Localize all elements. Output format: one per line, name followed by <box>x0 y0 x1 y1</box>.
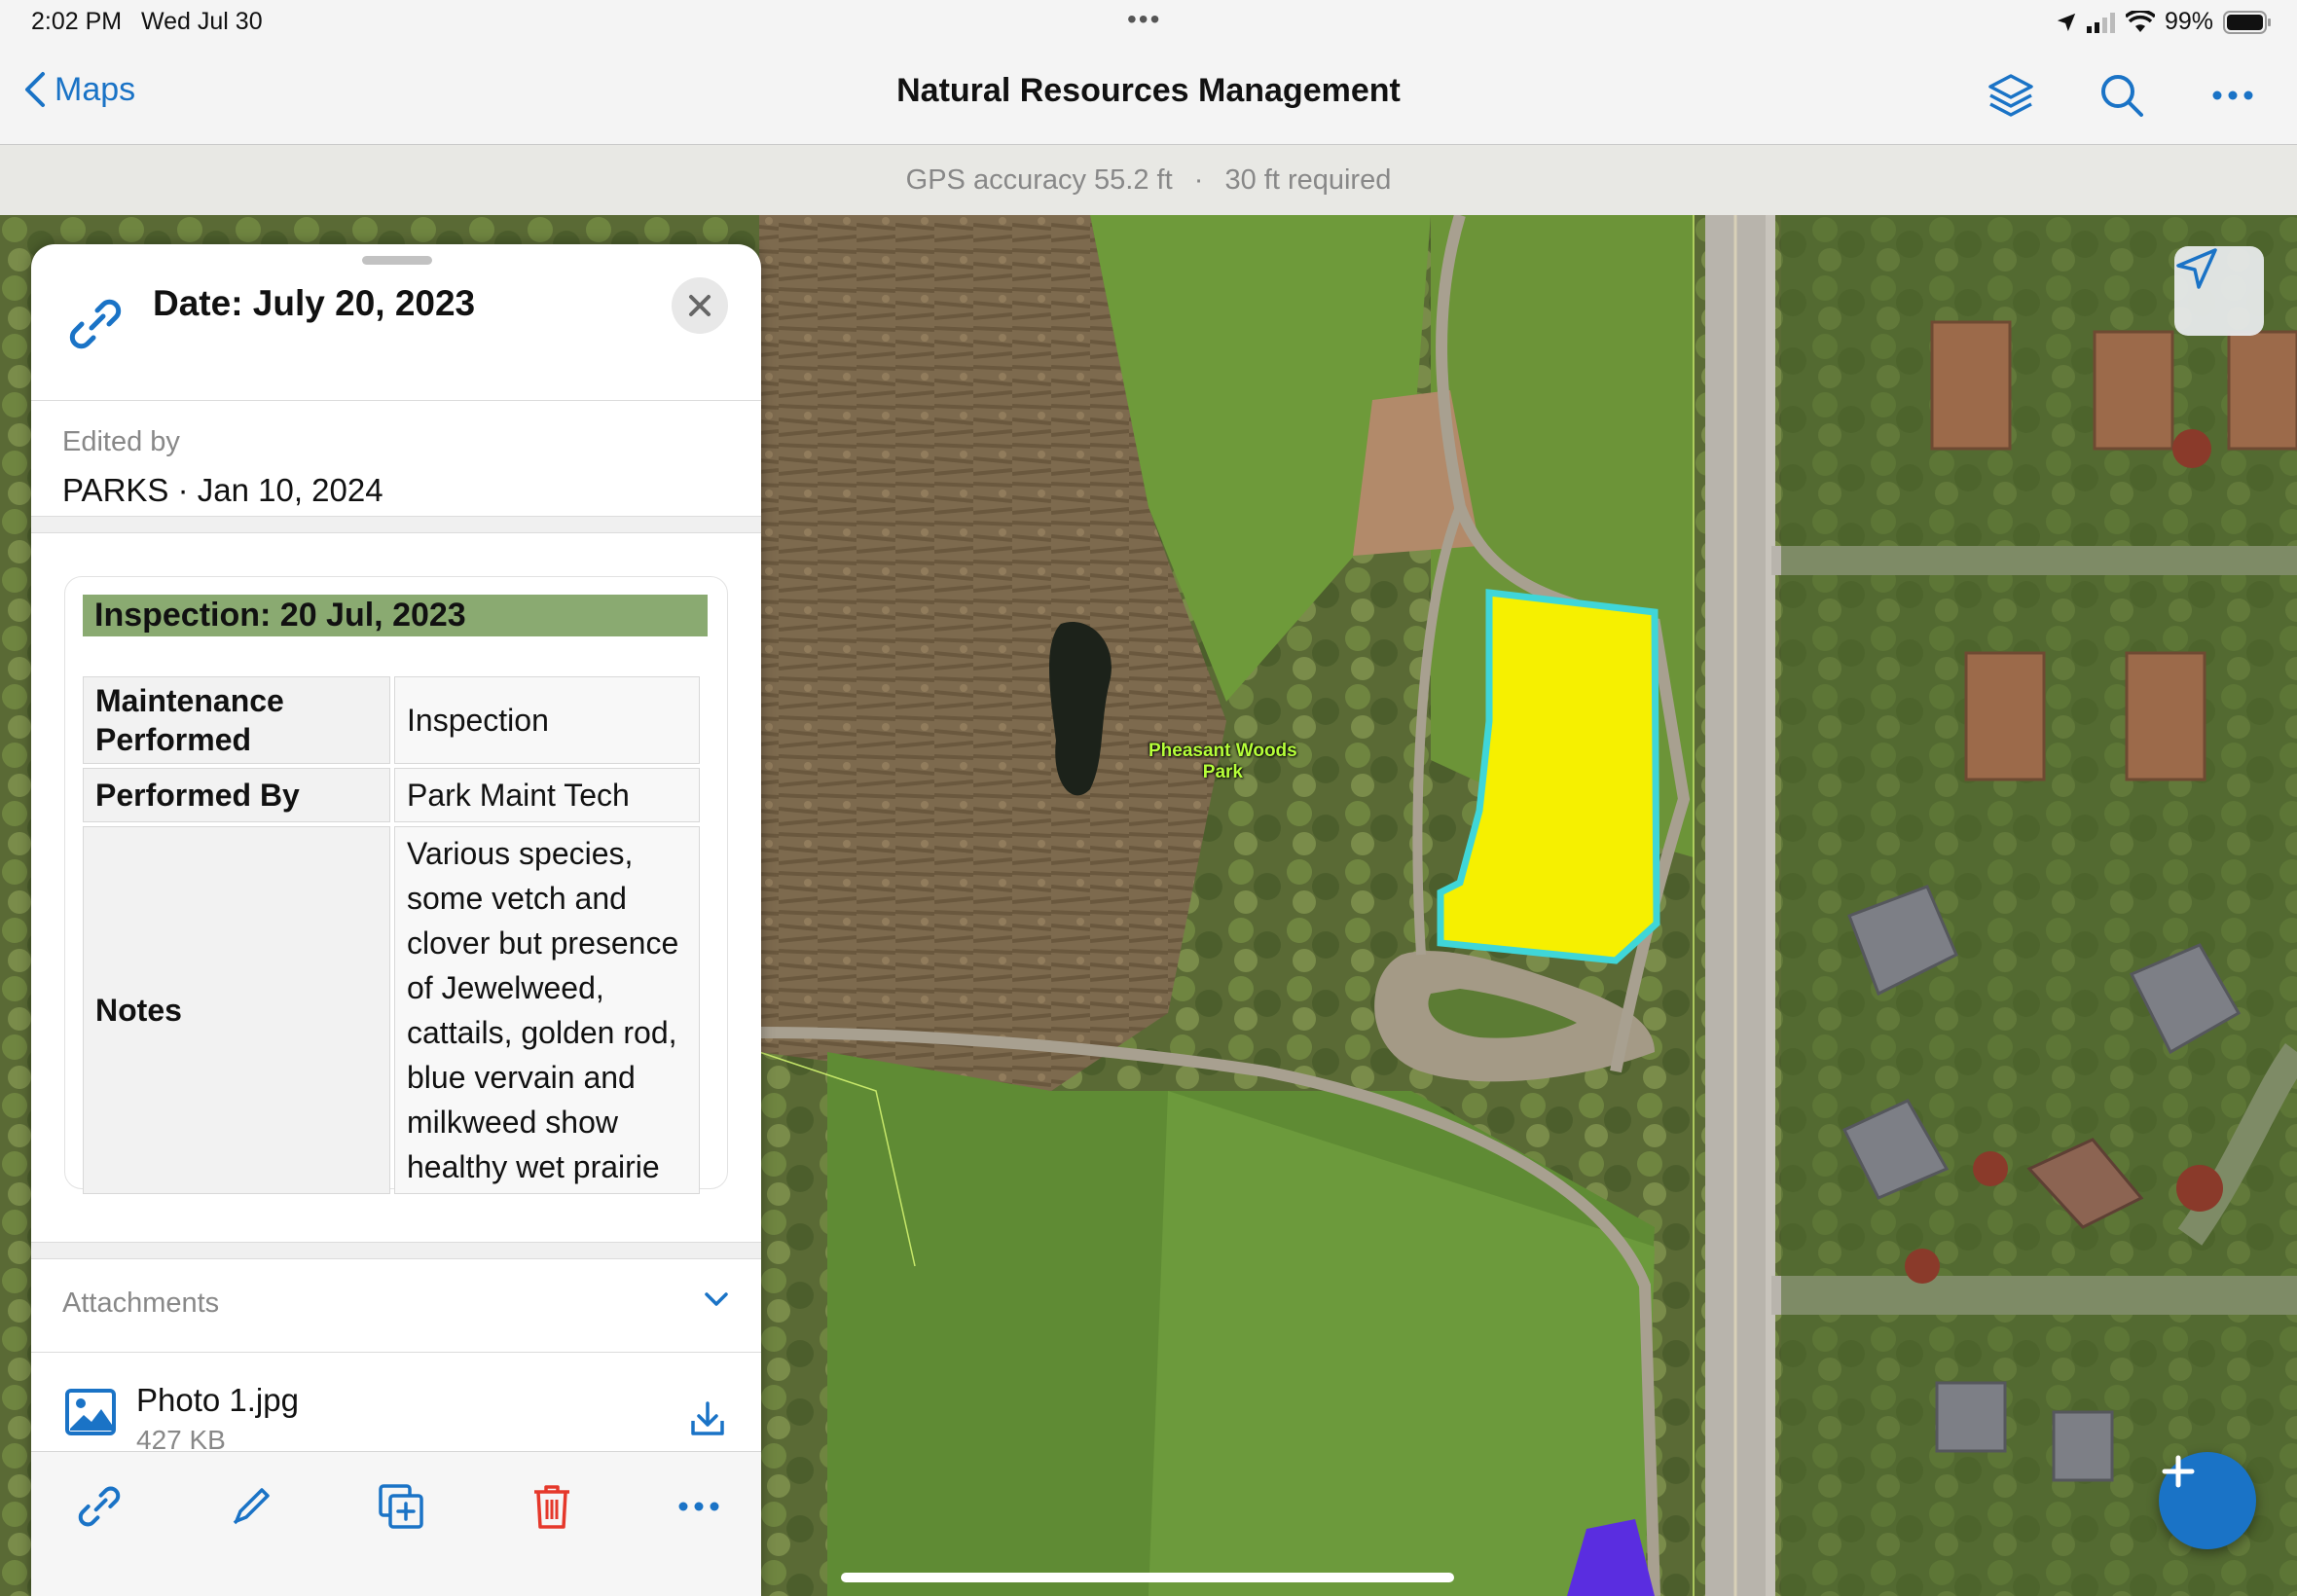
trash-icon <box>534 1485 569 1529</box>
pencil-icon <box>233 1488 270 1525</box>
edited-by-value: PARKS · Jan 10, 2024 <box>62 472 383 508</box>
table-key: Performed By <box>83 768 390 822</box>
attachment-name: Photo 1.jpg <box>136 1382 299 1418</box>
search-button[interactable] <box>2093 66 2151 125</box>
search-icon <box>2101 75 2143 117</box>
close-icon <box>689 295 711 316</box>
attachments-label: Attachments <box>62 1288 220 1319</box>
panel-title: Date: July 20, 2023 <box>153 283 476 323</box>
link-button[interactable] <box>70 1477 128 1536</box>
duplicate-button[interactable] <box>372 1477 430 1536</box>
add-feature-button[interactable] <box>2159 1452 2256 1549</box>
table-row: Performed By Park Maint Tech <box>83 768 700 822</box>
plus-icon <box>2162 1455 2195 1488</box>
more-horizontal-icon <box>2212 91 2253 100</box>
attachments-header[interactable]: Attachments <box>31 1258 761 1353</box>
layers-button[interactable] <box>1982 66 2040 125</box>
multitask-dots-icon[interactable]: ••• <box>1127 4 1161 35</box>
navigation-bar: Maps Natural Resources Management <box>0 47 2297 145</box>
battery-icon <box>2223 10 2271 34</box>
link-icon <box>69 299 122 349</box>
panel-toolbar <box>31 1451 761 1596</box>
chevron-down-icon <box>705 1292 728 1306</box>
image-icon <box>65 1389 116 1435</box>
gps-accuracy: GPS accuracy 55.2 ft <box>905 164 1173 196</box>
link-icon <box>78 1486 121 1527</box>
gps-required: 30 ft required <box>1224 164 1392 196</box>
more-button[interactable] <box>2204 66 2262 125</box>
home-indicator[interactable] <box>841 1573 1454 1582</box>
wifi-icon <box>2125 10 2155 32</box>
table-row: Maintenance Performed Inspection <box>83 676 700 764</box>
section-divider <box>31 516 761 533</box>
section-divider <box>31 1242 761 1259</box>
download-icon[interactable] <box>689 1399 726 1438</box>
duplicate-icon <box>379 1484 423 1529</box>
gps-separator: · <box>1193 164 1204 196</box>
inspection-card: Inspection: 20 Jul, 2023 Maintenance Per… <box>64 576 728 1194</box>
table-key: Maintenance Performed <box>83 676 390 764</box>
panel-header: Date: July 20, 2023 <box>31 244 761 401</box>
status-bar: 2:02 PM Wed Jul 30 ••• 99% <box>0 0 2297 47</box>
table-value: Various species, some vetch and clover b… <box>394 826 700 1194</box>
battery-percent: 99% <box>2164 8 2213 35</box>
navigation-arrow-icon <box>2176 248 2217 289</box>
status-time: 2:02 PM <box>31 8 123 35</box>
close-button[interactable] <box>672 277 728 334</box>
attachment-item[interactable]: Photo 1.jpg 427 KB <box>31 1353 761 1460</box>
signal-icon <box>2086 12 2115 33</box>
more-horizontal-icon <box>678 1502 719 1511</box>
edited-by-label: Edited by <box>62 426 180 457</box>
delete-button[interactable] <box>523 1477 581 1536</box>
edit-button[interactable] <box>222 1477 280 1536</box>
feature-popup-panel: Date: July 20, 2023 Edited by PARKS · Ja… <box>31 244 761 1596</box>
layers-icon <box>1988 74 2033 117</box>
table-row: Notes Various species, some vetch and cl… <box>83 826 700 1194</box>
location-arrow-icon <box>2057 13 2076 31</box>
status-date: Wed Jul 30 <box>141 8 263 35</box>
inspection-title: Inspection: 20 Jul, 2023 <box>83 595 708 636</box>
gps-accuracy-bar: GPS accuracy 55.2 ft · 30 ft required <box>0 145 2297 215</box>
table-key: Notes <box>83 826 390 1194</box>
page-title: Natural Resources Management <box>896 72 1401 109</box>
more-actions-button[interactable] <box>670 1477 728 1536</box>
table-value: Park Maint Tech <box>394 768 700 822</box>
park-map-label: Pheasant Woods Park <box>1148 741 1297 782</box>
edited-info: Edited by PARKS · Jan 10, 2024 <box>31 401 761 516</box>
inspection-table: Maintenance Performed Inspection Perform… <box>79 672 704 1198</box>
status-indicators: 99% <box>2056 8 2272 36</box>
my-location-button[interactable] <box>2174 246 2264 336</box>
table-value: Inspection <box>394 676 700 764</box>
